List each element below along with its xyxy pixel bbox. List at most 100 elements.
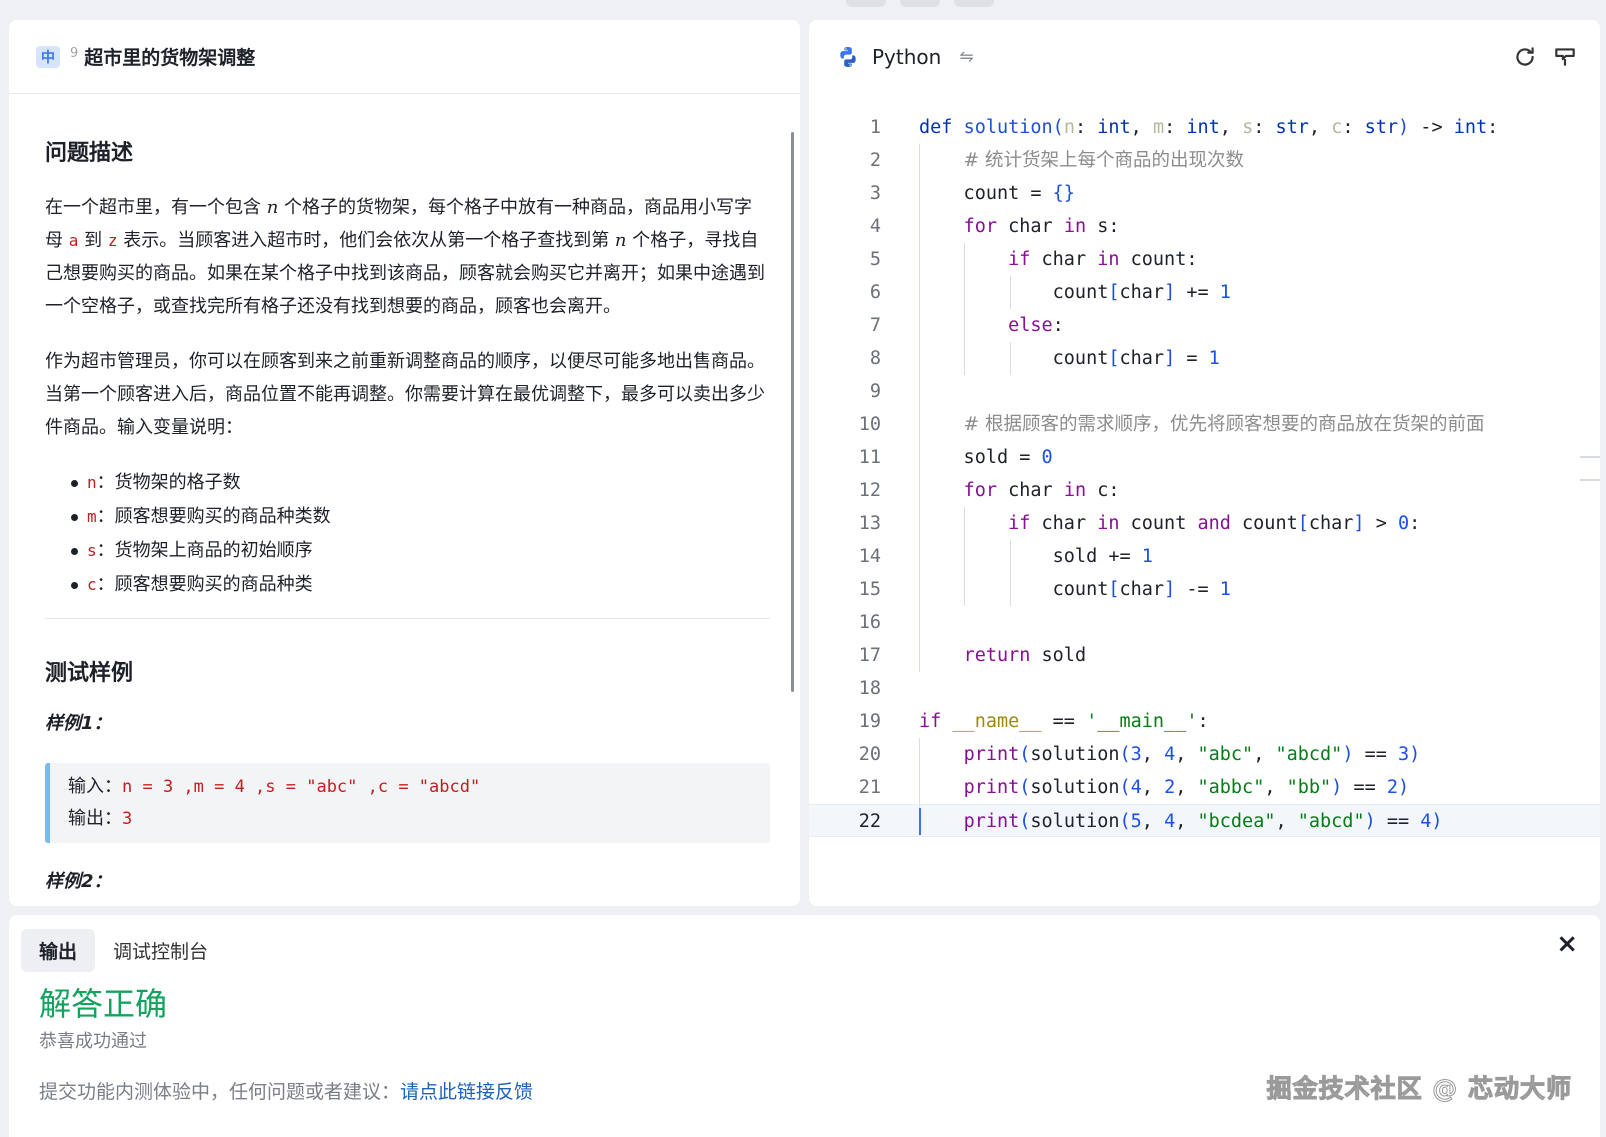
line-number: 7 [869,315,881,336]
code-line[interactable]: 15 count[char] -= 1 [809,573,1600,606]
editor-scroll-marker [1580,456,1600,458]
switch-language-icon[interactable]: ⇋ [959,47,973,67]
code-text: if char in count: [1008,249,1198,270]
sample-1-box: 输入：n = 3 ,m = 4 ,s = "abc" ,c = "abcd" 输… [45,763,770,843]
variable-desc: ：顾客想要购买的商品种类 [96,574,313,595]
code-text: for char in s: [963,216,1120,237]
code-text: count[char] = 1 [919,348,1220,369]
language-selector[interactable]: Python [872,45,941,69]
problem-number: 9 [70,46,79,61]
variable-name: s [87,541,97,560]
variable-list: n：货物架的格子数 m：顾客想要购买的商品种类数 s：货物架上商品的初始顺序 c：顾客… [45,466,770,602]
code-line[interactable]: 7 else: [809,309,1600,342]
indent-guide [919,375,920,408]
code-line[interactable]: 20 print(solution(3, 4, "abc", "abcd") =… [809,738,1600,771]
indent-guide [919,606,920,639]
description-paragraph-1: 在一个超市里，有一个包含 n 个格子的货物架，每个格子中放有一种商品，商品用小写… [45,191,770,323]
code-line[interactable]: 18 [809,672,1600,705]
code-text: sold = 0 [919,447,1053,468]
line-number: 1 [869,117,881,138]
variable-name: c [87,575,97,594]
code-editor[interactable]: 1 def solution(n: int, m: int, s: str, c:… [809,111,1600,906]
line-number: 21 [858,777,881,798]
line-number: 13 [858,513,881,534]
divider [45,618,770,619]
code-text: # 统计货架上每个商品的出现次数 [963,150,1244,171]
code-text: count[char] += 1 [919,282,1231,303]
variable-desc: ：货物架的格子数 [96,472,241,493]
code-text: return sold [963,645,1087,666]
variable-name: m [87,507,97,526]
line-number: 3 [869,183,881,204]
description-paragraph-2: 作为超市管理员，你可以在顾客到来之前重新调整商品的顺序，以便尽可能多地出售商品。… [45,351,765,438]
variable-desc: ：货物架上商品的初始顺序 [96,540,313,561]
code-text: sold += 1 [919,546,1153,567]
code-line[interactable]: 6 count[char] += 1 [809,276,1600,309]
refresh-icon[interactable] [1512,44,1538,70]
result-status: 解答正确 [39,985,168,1023]
code-line[interactable]: 17 return sold [809,639,1600,672]
result-subtitle: 恭喜成功通过 [39,1031,147,1052]
code-text: print(solution(4, 2, "abbc", "bb") == 2) [963,777,1410,798]
code-line[interactable]: 10 # 根据顾客的需求顺序，优先将顾客想要的商品放在货架的前面 [809,408,1600,441]
line-number: 10 [858,414,881,435]
math-variable: n [266,197,279,218]
line-number: 12 [858,480,881,501]
code-line[interactable]: 2 # 统计货架上每个商品的出现次数 [809,144,1600,177]
sample-input-label: 输入： [68,776,122,797]
code-line[interactable]: 8 count[char] = 1 [809,342,1600,375]
feedback-text: 提交功能内测体验中，任何问题或者建议：请点此链接反馈 [39,1077,533,1104]
inline-code: a [68,231,79,250]
code-text: else: [1008,315,1064,336]
code-text: # 根据顾客的需求顺序，优先将顾客想要的商品放在货架的前面 [963,414,1485,435]
line-number: 2 [869,150,881,171]
code-line[interactable]: 1 def solution(n: int, m: int, s: str, c:… [809,111,1600,144]
code-line[interactable]: 3 count = {} [809,177,1600,210]
samples-heading: 测试样例 [45,661,134,686]
code-line[interactable]: 12 for char in c: [809,474,1600,507]
sample-1-input: 输入：n = 3 ,m = 4 ,s = "abc" ,c = "abcd" [68,771,752,803]
line-number: 8 [869,348,881,369]
code-text: count[char] -= 1 [919,579,1231,600]
code-line[interactable]: 14 sold += 1 [809,540,1600,573]
close-icon[interactable]: × [1556,929,1578,959]
code-text: if char in count and count[char] > 0: [1008,513,1421,534]
sample-input-value: n = 3 ,m = 4 ,s = "abc" ,c = "abcd" [122,777,481,797]
layout-drag-handles[interactable] [846,0,994,7]
feedback-link[interactable]: 请点此链接反馈 [400,1081,533,1103]
line-number: 9 [869,381,881,402]
variable-item: m：顾客想要购买的商品种类数 [71,500,770,534]
text-segment: 到 [78,230,108,251]
code-line[interactable]: 4 for char in s: [809,210,1600,243]
line-number: 22 [858,811,881,832]
code-text: count = {} [919,183,1075,204]
variable-name: n [87,473,97,492]
format-icon[interactable] [1552,44,1578,70]
code-line[interactable]: 11 sold = 0 [809,441,1600,474]
line-number: 4 [869,216,881,237]
line-number: 16 [858,612,881,633]
problem-header: 中 9 超市里的货物架调整 [9,20,800,94]
watermark: 掘金技术社区 @ 芯动大师 [1266,1074,1572,1104]
text-cursor [919,808,921,835]
sample-output-value: 3 [122,809,133,829]
variable-desc: ：顾客想要购买的商品种类数 [96,506,331,527]
text-segment: 表示。当顾客进入超市时，他们会依次从第一个格子查找到第 [117,230,615,251]
variable-item: n：货物架的格子数 [71,466,770,500]
tab-debug-console[interactable]: 调试控制台 [95,929,226,972]
code-line[interactable]: 9 [809,375,1600,408]
code-line[interactable]: 19 if __name__ == '__main__': [809,705,1600,738]
line-number: 5 [869,249,881,270]
code-text: if __name__ == '__main__': [919,711,1209,732]
description-heading: 问题描述 [45,141,134,166]
problem-scrollbar[interactable] [791,132,794,692]
tab-output[interactable]: 输出 [21,929,96,972]
line-number: 17 [858,645,881,666]
code-text: def solution(n: int, m: int, s: str, c: … [919,117,1499,138]
code-line[interactable]: 22 print(solution(5, 4, "bcdea", "abcd")… [809,804,1600,837]
code-line[interactable]: 13 if char in count and count[char] > 0: [809,507,1600,540]
code-line[interactable]: 5 if char in count: [809,243,1600,276]
code-line[interactable]: 16 [809,606,1600,639]
code-line[interactable]: 21 print(solution(4, 2, "abbc", "bb") ==… [809,771,1600,804]
line-number: 11 [858,447,881,468]
